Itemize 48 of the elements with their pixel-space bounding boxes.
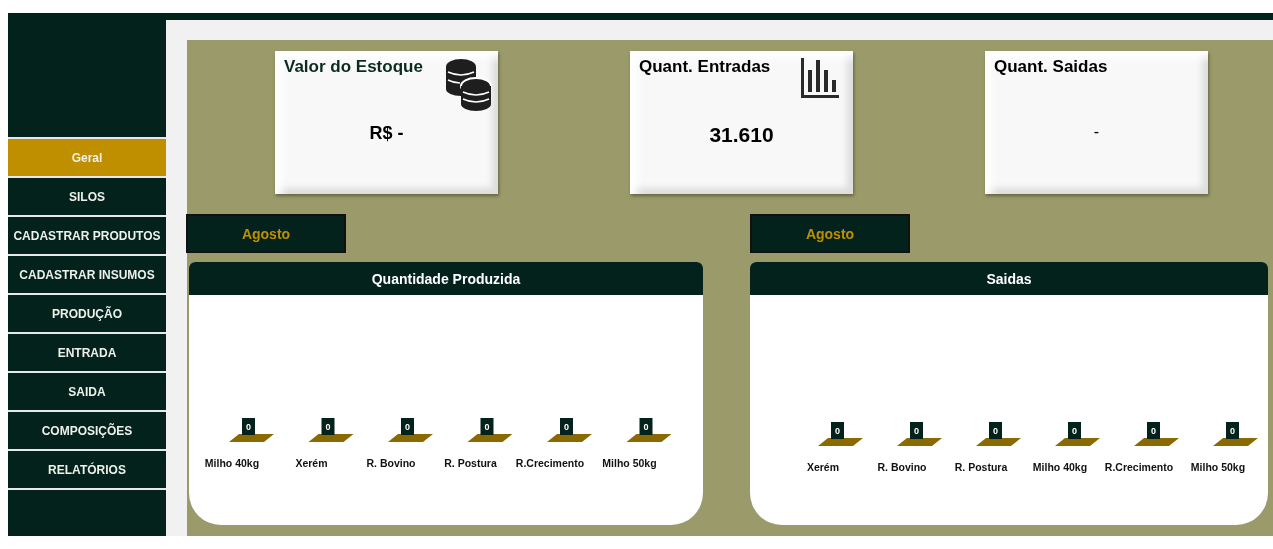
bar <box>897 438 942 446</box>
category-label: Xerém <box>806 461 840 473</box>
category-label: Milho 40kg <box>204 457 260 469</box>
category-label: R. Postura <box>444 457 497 469</box>
bar <box>229 434 274 442</box>
value-label: 0 <box>480 418 494 435</box>
bar <box>818 438 863 446</box>
category-label: R. Bovino <box>877 461 927 473</box>
coins-icon <box>445 58 493 112</box>
card-title: Quant. Saidas <box>994 57 1108 77</box>
category-label: Milho 40kg <box>1032 461 1088 473</box>
category-label: R. Bovino <box>366 457 416 469</box>
bar <box>547 434 592 442</box>
month-selector[interactable]: Agosto <box>186 214 346 253</box>
bar <box>626 434 672 442</box>
value-label: 0 <box>242 418 255 435</box>
value-label: 0 <box>1147 422 1160 439</box>
value-label: 0 <box>1068 422 1081 439</box>
category-label: Milho 50kg <box>602 457 657 469</box>
month-selector[interactable]: Agosto <box>750 214 910 253</box>
value-label: 0 <box>910 422 923 439</box>
bar <box>388 434 433 442</box>
category-label: Xerém <box>295 457 328 469</box>
bar <box>976 438 1021 446</box>
category-label: R. Postura <box>954 461 1008 473</box>
category-label: R.Crecimento <box>1104 461 1174 473</box>
card-title: Valor do Estoque <box>284 57 423 77</box>
chart-title: Quantidade Produzida <box>371 270 521 287</box>
card-value: 31.610 <box>709 123 774 146</box>
value-label: 0 <box>1226 422 1239 439</box>
bar <box>467 434 513 442</box>
card-value: R$ - <box>369 123 404 143</box>
value-label: 0 <box>321 418 335 435</box>
value-label: 0 <box>639 418 653 435</box>
bar <box>1134 438 1179 446</box>
value-label: 0 <box>560 418 573 435</box>
chart-title: Saidas <box>986 270 1032 287</box>
value-label: 0 <box>401 418 414 435</box>
card-value: - <box>1093 123 1100 140</box>
category-label: Milho 50kg <box>1190 461 1246 473</box>
category-label: R.Crecimento <box>515 457 585 469</box>
value-label: 0 <box>989 422 1002 439</box>
bar <box>308 434 354 442</box>
bar-chart-icon <box>801 58 839 98</box>
value-label: 0 <box>831 422 844 439</box>
card-title: Quant. Entradas <box>639 57 771 77</box>
bar <box>1213 438 1258 446</box>
bar <box>1055 438 1100 446</box>
